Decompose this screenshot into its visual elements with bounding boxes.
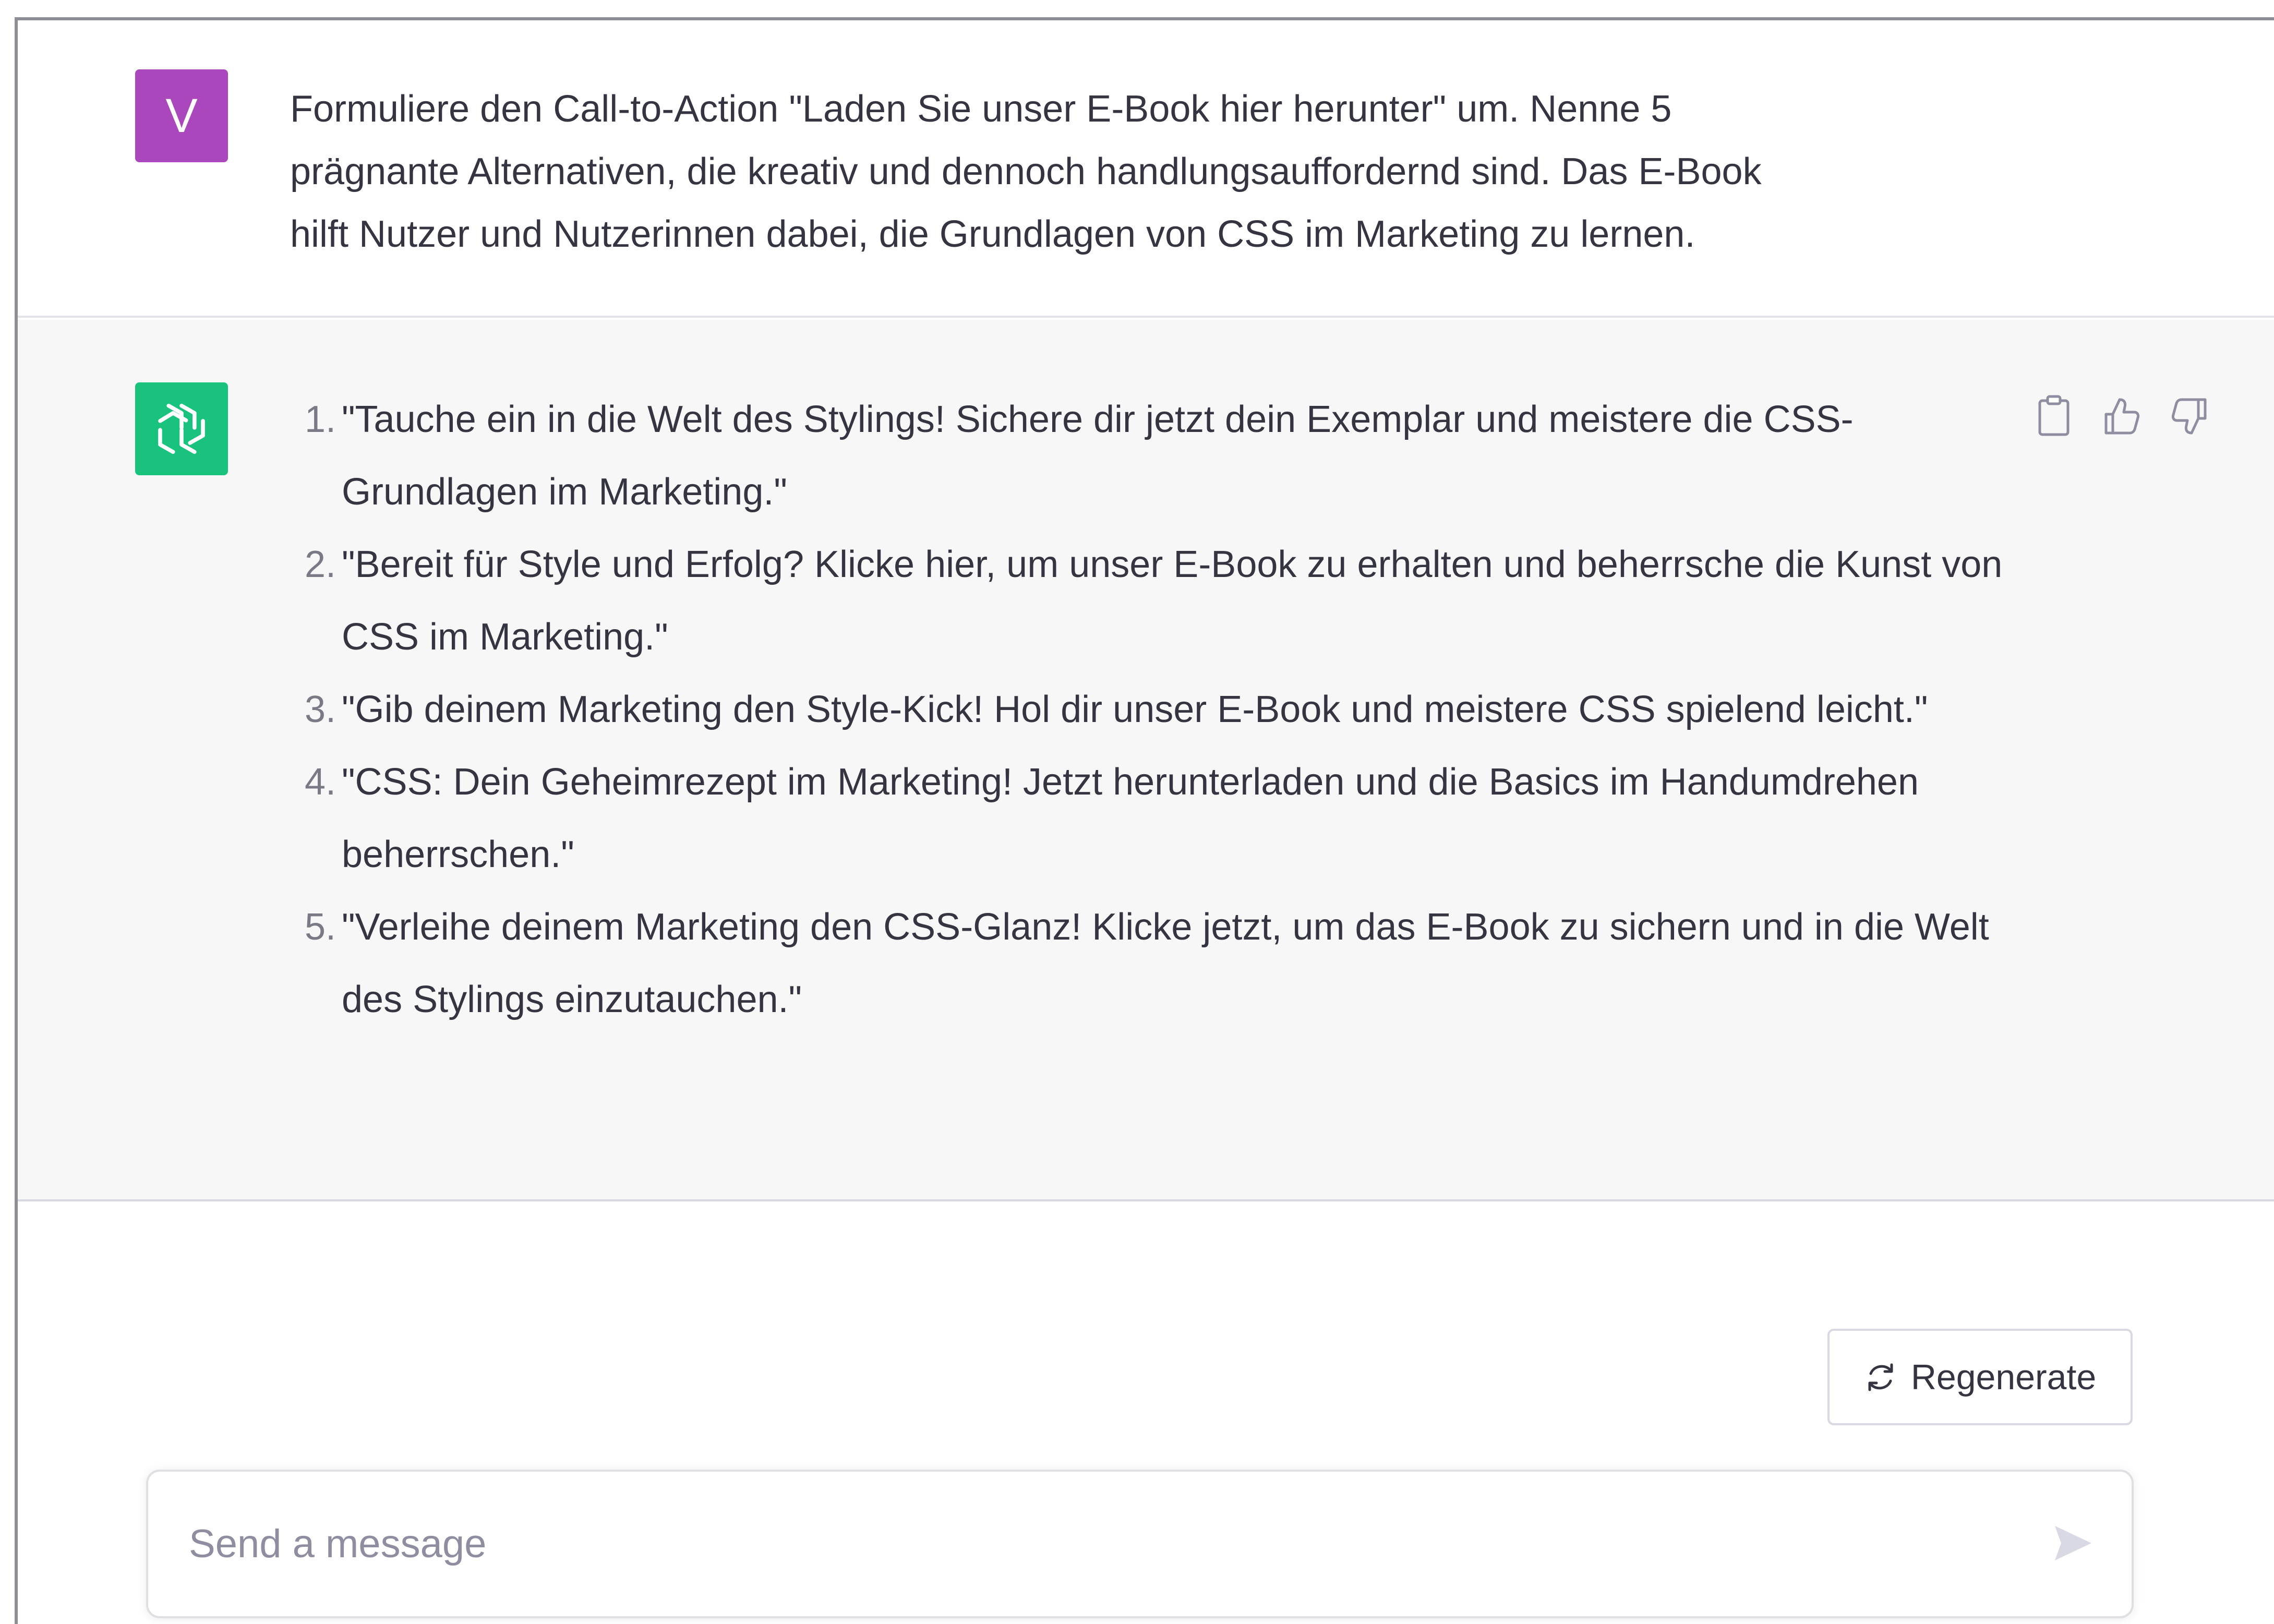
answer-text: "Tauche ein in die Welt des Stylings! Si… — [342, 399, 1854, 513]
regenerate-label: Regenerate — [1910, 1357, 2097, 1397]
answer-item: 4. "CSS: Dein Geheimrezept im Marketing!… — [279, 746, 2016, 891]
answer-number: 3. — [304, 689, 336, 730]
user-prompt-line: prägnante Alternativen, die kreativ und … — [290, 151, 1762, 193]
user-message: V Formuliere den Call-to-Action "Laden S… — [18, 20, 2274, 318]
refresh-icon — [1868, 1363, 1893, 1391]
answer-text: "Gib deinem Marketing den Style-Kick! Ho… — [342, 689, 1928, 730]
message-input[interactable] — [189, 1472, 1973, 1616]
user-avatar-letter: V — [165, 89, 198, 142]
message-composer — [146, 1470, 2134, 1618]
assistant-message: 1. "Tauche ein in die Welt des Stylings!… — [18, 320, 2274, 1201]
answer-number: 4. — [304, 761, 336, 803]
answer-number: 5. — [304, 906, 336, 948]
answer-text: "CSS: Dein Geheimrezept im Marketing! Je… — [342, 761, 1919, 875]
send-icon — [2055, 1526, 2091, 1560]
answer-item: 2. "Bereit für Style und Erfolg? Klicke … — [279, 528, 2016, 673]
user-prompt-text: Formuliere den Call-to-Action "Laden Sie… — [290, 78, 1991, 266]
clipboard-icon — [2038, 395, 2070, 436]
send-button[interactable] — [2029, 1499, 2117, 1587]
thumbs-down-icon — [2171, 398, 2207, 435]
answer-number: 2. — [304, 544, 336, 585]
copy-button[interactable] — [2025, 388, 2083, 445]
answer-number: 1. — [304, 399, 336, 440]
user-prompt-line: hilft Nutzer und Nutzerinnen dabei, die … — [290, 213, 1695, 255]
thumbs-up-icon — [2104, 398, 2140, 435]
answer-text: "Verleihe deinem Marketing den CSS-Glanz… — [342, 906, 1989, 1020]
assistant-avatar — [135, 382, 228, 475]
user-avatar: V — [135, 69, 228, 162]
answer-item: 3. "Gib deinem Marketing den Style-Kick!… — [279, 673, 2016, 746]
chat-screen: V Formuliere den Call-to-Action "Laden S… — [0, 0, 2274, 1624]
answer-item: 5. "Verleihe deinem Marketing den CSS-Gl… — [279, 891, 2016, 1036]
user-prompt-line: Formuliere den Call-to-Action "Laden Sie… — [290, 88, 1672, 130]
regenerate-button[interactable]: Regenerate — [1827, 1329, 2133, 1425]
openai-logo-icon — [158, 403, 205, 454]
message-actions — [2025, 388, 2218, 445]
dislike-button[interactable] — [2161, 388, 2218, 445]
assistant-answer-list: 1. "Tauche ein in die Welt des Stylings!… — [279, 383, 2016, 1036]
answer-text: "Bereit für Style und Erfolg? Klicke hie… — [342, 544, 2003, 658]
answer-item: 1. "Tauche ein in die Welt des Stylings!… — [279, 383, 2016, 528]
like-button[interactable] — [2093, 388, 2150, 445]
